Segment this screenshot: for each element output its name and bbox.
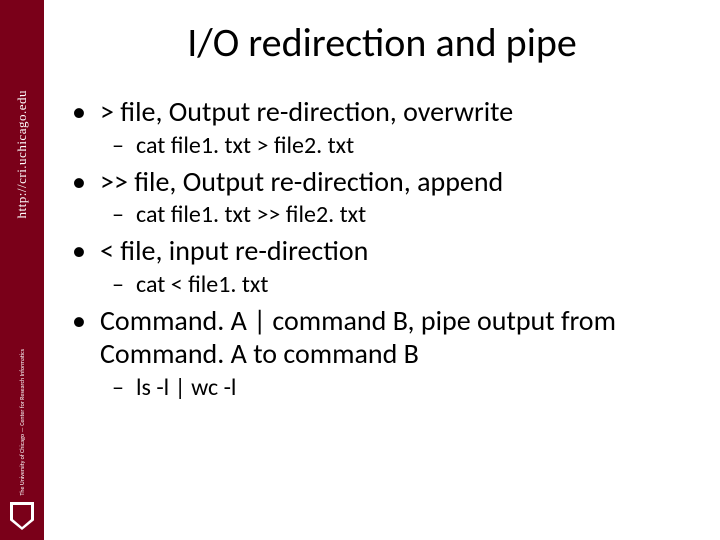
list-item-text: >> file, Output re-direction, append <box>100 165 692 199</box>
bullet-icon: • <box>72 165 100 199</box>
slide: http://cri.uchicago.edu The University o… <box>0 0 720 540</box>
shield-icon <box>10 502 34 530</box>
rail-url: http://cri.uchicago.edu <box>14 90 30 218</box>
dash-icon: – <box>112 270 136 300</box>
list-item: –cat file1. txt > file2. txt <box>72 131 692 161</box>
list-item: –cat < file1. txt <box>72 270 692 300</box>
bullet-icon: • <box>72 95 100 129</box>
rail-logo-label: The University of Chicago — Center for R… <box>19 349 25 496</box>
slide-title: I/O redirection and pipe <box>44 0 720 95</box>
list-item: –ls -l | wc -l <box>72 373 692 403</box>
list-item-text: cat < file1. txt <box>136 270 692 300</box>
list-item-text: cat file1. txt > file2. txt <box>136 131 692 161</box>
left-rail: http://cri.uchicago.edu The University o… <box>0 0 44 540</box>
list-item-text: ls -l | wc -l <box>136 373 692 403</box>
list-item-text: cat file1. txt >> file2. txt <box>136 200 692 230</box>
bullet-icon: • <box>72 234 100 268</box>
list-item: •< file, input re-direction <box>72 234 692 268</box>
list-item: •>> file, Output re-direction, append <box>72 165 692 199</box>
bullet-icon: • <box>72 304 100 371</box>
dash-icon: – <box>112 373 136 403</box>
list-item-text: > file, Output re-direction, overwrite <box>100 95 692 129</box>
main: I/O redirection and pipe •> file, Output… <box>44 0 720 540</box>
list-item: –cat file1. txt >> file2. txt <box>72 200 692 230</box>
content: •> file, Output re-direction, overwrite … <box>44 95 720 403</box>
list-item-text: Command. A | command B, pipe output from… <box>100 304 692 371</box>
rail-logo: The University of Chicago — Center for R… <box>8 349 36 530</box>
list-item-text: < file, input re-direction <box>100 234 692 268</box>
dash-icon: – <box>112 131 136 161</box>
dash-icon: – <box>112 200 136 230</box>
list-item: •Command. A | command B, pipe output fro… <box>72 304 692 371</box>
list-item: •> file, Output re-direction, overwrite <box>72 95 692 129</box>
